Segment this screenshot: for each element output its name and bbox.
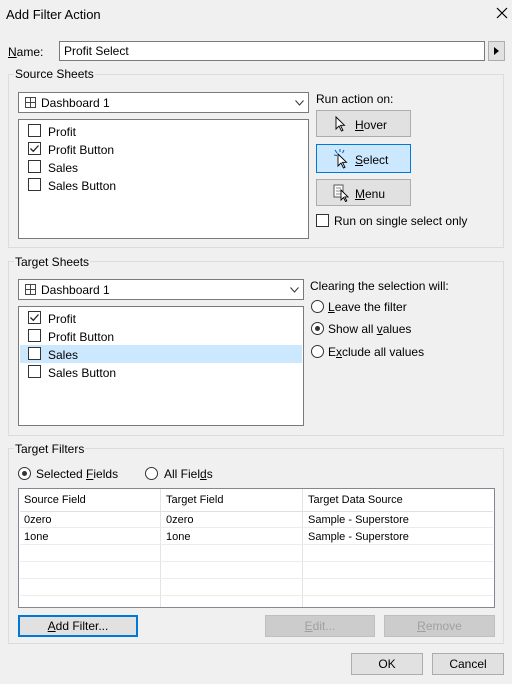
source-sheet-item[interactable]: Profit Button — [20, 140, 307, 158]
edit-button[interactable]: Edit... — [265, 615, 375, 637]
leave-filter-label[interactable]: Leave the filter — [328, 300, 407, 314]
dashboard-icon — [25, 284, 36, 295]
name-input[interactable]: Profit Select — [59, 41, 485, 61]
exclude-all-values-label[interactable]: Exclude all values — [328, 345, 424, 359]
add-filter-button[interactable]: Add Filter... — [18, 615, 138, 637]
leave-filter-radio[interactable] — [311, 300, 324, 313]
target-dashboard-value: Dashboard 1 — [41, 283, 110, 297]
column-header-source-field[interactable]: Source Field — [24, 494, 86, 506]
target-sheet-item[interactable]: Profit — [20, 309, 302, 327]
target-sheet-item[interactable]: Sales — [20, 345, 302, 363]
table-cell[interactable]: 0zero — [24, 514, 52, 526]
source-sheet-item[interactable]: Sales — [20, 158, 307, 176]
show-all-values-label[interactable]: Show all values — [328, 322, 411, 336]
column-header-target-field[interactable]: Target Field — [166, 494, 223, 506]
close-icon[interactable] — [494, 5, 510, 21]
all-fields-label[interactable]: All Fields — [164, 467, 213, 481]
checkbox[interactable] — [28, 329, 41, 342]
source-dashboard-dropdown[interactable]: Dashboard 1 — [18, 92, 309, 113]
filters-table[interactable]: Source Field Target Field Target Data So… — [18, 488, 495, 608]
menu-cursor-icon — [333, 184, 350, 202]
source-sheets-legend: Source Sheets — [14, 67, 95, 81]
table-cell[interactable]: 1one — [166, 531, 190, 543]
table-cell[interactable]: 1one — [24, 531, 48, 543]
checkbox[interactable] — [28, 178, 41, 191]
checkbox-checked[interactable] — [28, 311, 41, 324]
source-sheet-item[interactable]: Sales Button — [20, 176, 307, 194]
checkbox[interactable] — [28, 365, 41, 378]
source-sheet-label: Profit Button — [48, 143, 115, 157]
clearing-label: Clearing the selection will: — [310, 279, 449, 293]
table-cell[interactable]: Sample - Superstore — [308, 531, 409, 543]
source-sheet-item[interactable]: Profit — [20, 122, 307, 140]
checkbox[interactable] — [28, 160, 41, 173]
source-sheet-label: Sales — [48, 161, 79, 175]
target-sheet-label: Profit — [48, 312, 77, 326]
hover-button[interactable]: Hover — [316, 110, 411, 137]
menu-button[interactable]: Menu — [316, 179, 411, 206]
column-header-target-data-source[interactable]: Target Data Source — [308, 494, 403, 506]
source-sheet-label: Sales Button — [48, 179, 117, 193]
remove-button[interactable]: Remove — [384, 615, 495, 637]
selected-fields-label[interactable]: Selected Fields — [36, 467, 118, 481]
source-dashboard-value: Dashboard 1 — [41, 96, 110, 110]
single-select-label: Run on single select only — [334, 214, 468, 228]
run-action-label: Run action on: — [316, 92, 394, 106]
checkbox-checked[interactable] — [28, 142, 41, 155]
target-sheets-legend: Target Sheets — [14, 255, 91, 269]
name-label: Name: — [8, 45, 44, 59]
name-menu-button[interactable] — [488, 41, 505, 61]
target-sheet-label: Sales Button — [48, 366, 117, 380]
checkbox[interactable] — [28, 347, 41, 360]
ok-button[interactable]: OK — [351, 653, 423, 675]
checkbox[interactable] — [28, 124, 41, 137]
target-filters-legend: Target Filters — [14, 442, 86, 456]
cancel-button[interactable]: Cancel — [432, 653, 504, 675]
source-sheet-label: Profit — [48, 125, 77, 139]
select-button[interactable]: Select — [316, 144, 411, 173]
cursor-click-icon — [333, 149, 348, 169]
target-sheets-list[interactable]: Profit Profit Button Sales Sales Button — [18, 306, 304, 426]
table-cell[interactable]: 0zero — [166, 514, 194, 526]
dialog-title: Add Filter Action — [6, 7, 101, 22]
chevron-down-icon — [295, 100, 304, 106]
dashboard-icon — [25, 97, 36, 108]
target-sheet-label: Sales — [48, 348, 79, 362]
all-fields-radio[interactable] — [145, 467, 158, 480]
show-all-values-radio[interactable] — [311, 322, 324, 335]
cursor-arrow-icon — [335, 115, 346, 132]
source-sheets-list[interactable]: Profit Profit Button Sales Sales Button — [18, 119, 309, 239]
target-dashboard-dropdown[interactable]: Dashboard 1 — [18, 279, 304, 300]
chevron-down-icon — [290, 287, 299, 293]
target-sheet-label: Profit Button — [48, 330, 115, 344]
exclude-all-values-radio[interactable] — [311, 345, 324, 358]
target-sheet-item[interactable]: Sales Button — [20, 363, 302, 381]
table-cell[interactable]: Sample - Superstore — [308, 514, 409, 526]
single-select-checkbox[interactable] — [316, 214, 329, 227]
target-sheet-item[interactable]: Profit Button — [20, 327, 302, 345]
play-arrow-icon — [494, 47, 499, 55]
selected-fields-radio[interactable] — [18, 467, 31, 480]
